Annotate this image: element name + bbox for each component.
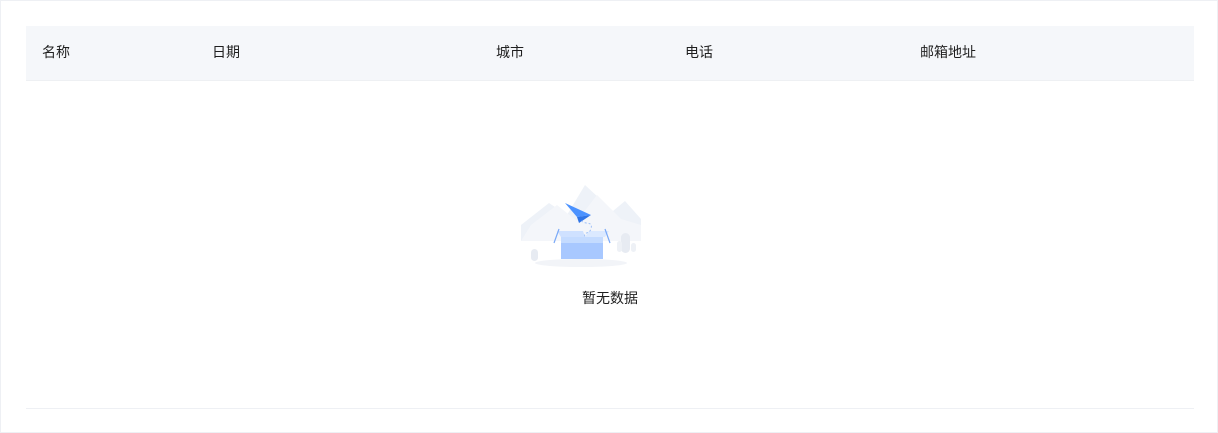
column-header-date: 日期 — [212, 45, 240, 61]
table-bottom-divider — [26, 408, 1194, 409]
empty-state-text: 暂无数据 — [582, 291, 638, 307]
column-header-city: 城市 — [496, 45, 524, 61]
data-table: 名称 日期 城市 电话 邮箱地址 暂无数据 — [26, 26, 1194, 409]
empty-state: 暂无数据 — [26, 81, 1194, 408]
column-header-email: 邮箱地址 — [920, 45, 976, 61]
empty-box-icon — [521, 185, 641, 267]
column-header-phone: 电话 — [685, 45, 713, 61]
table-card: 名称 日期 城市 电话 邮箱地址 暂无数据 — [0, 0, 1218, 433]
table-header: 名称 日期 城市 电话 邮箱地址 — [26, 26, 1194, 81]
column-header-name: 名称 — [42, 45, 70, 61]
